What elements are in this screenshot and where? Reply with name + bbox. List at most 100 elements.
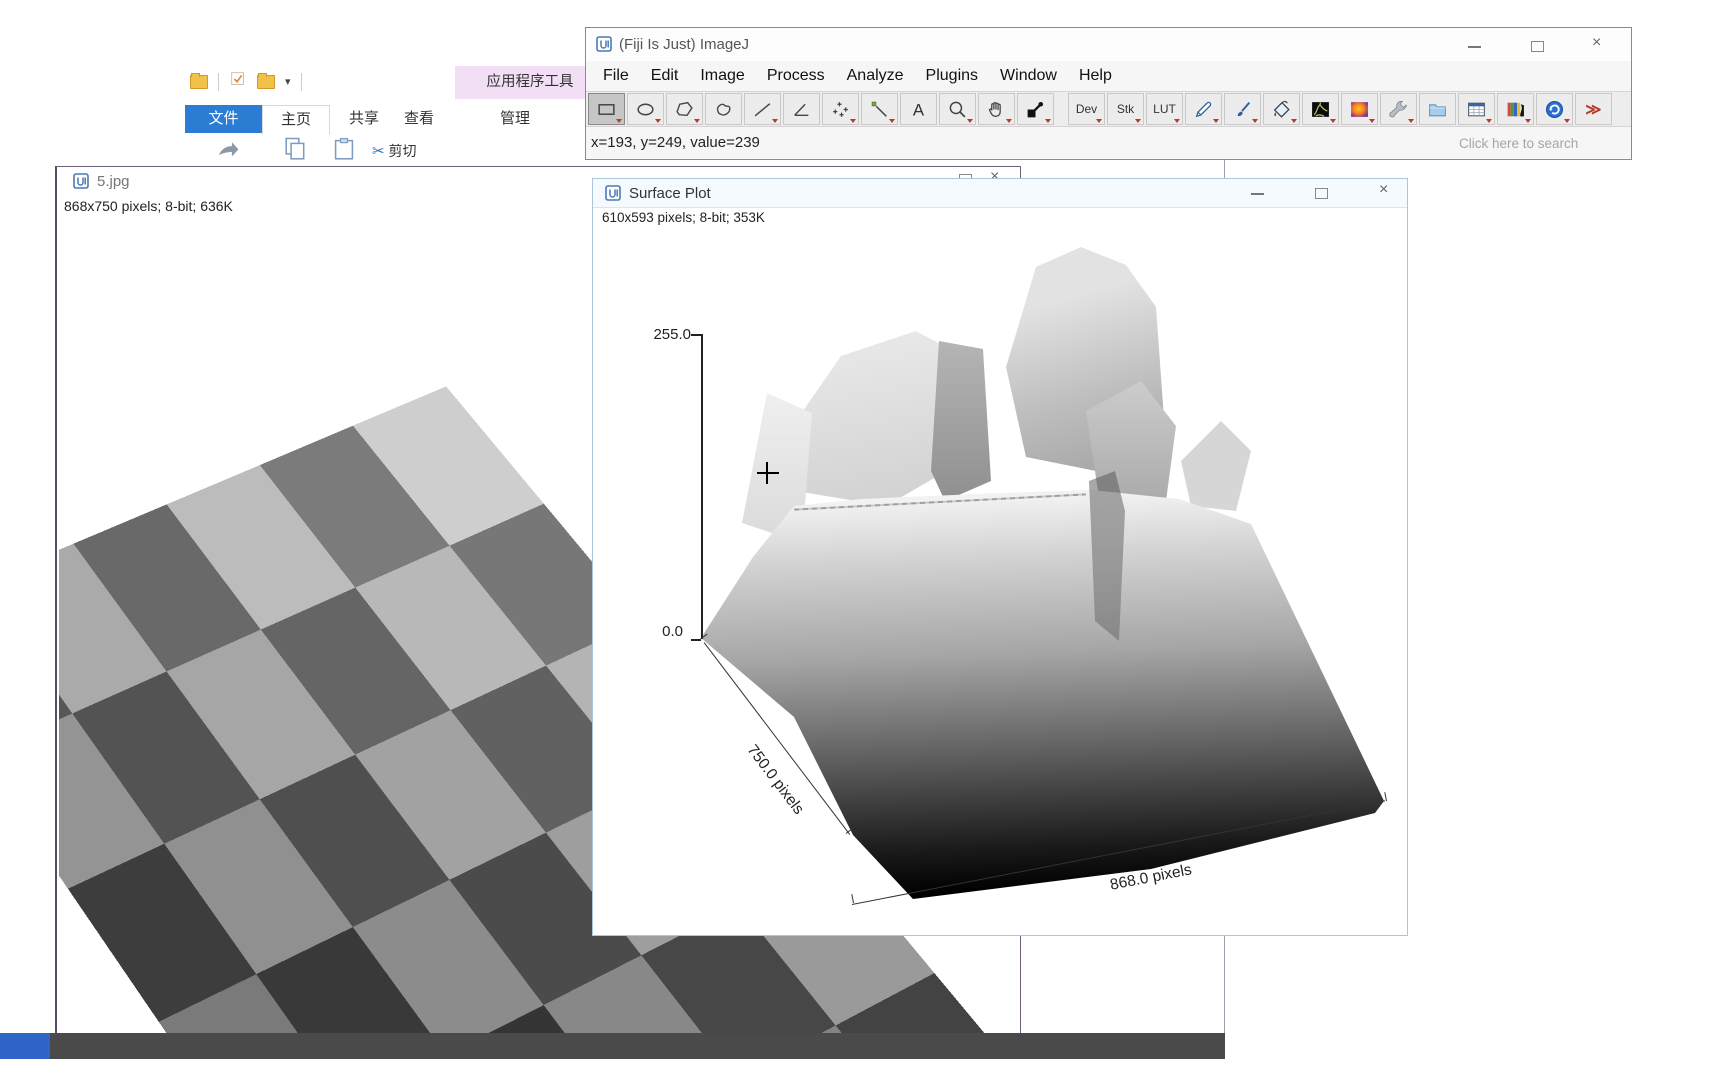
search-box[interactable]: Click here to search [1459, 136, 1619, 151]
dropdown-triangle-icon [1213, 119, 1219, 123]
imagej-main-window: (Fiji Is Just) ImageJ × File Edit Image Pro… [585, 27, 1632, 160]
tool-wrench[interactable] [1380, 93, 1417, 125]
surface-plateau-shape [1181, 421, 1251, 511]
tool-text[interactable]: A [900, 93, 937, 125]
toolbar-gap [1056, 109, 1068, 110]
menu-edit[interactable]: Edit [640, 61, 690, 91]
dropdown-triangle-icon [1291, 119, 1297, 123]
tool-flood-fill[interactable] [1263, 93, 1300, 125]
dropdown-caret-icon[interactable]: ▾ [285, 75, 291, 88]
surface-plot-window: Surface Plot × 610x593 pixels; 8-bit; 35… [592, 178, 1408, 936]
menu-help[interactable]: Help [1068, 61, 1123, 91]
separator [300, 72, 302, 91]
results-table-icon [1466, 99, 1487, 120]
dropdown-triangle-icon [1486, 119, 1492, 123]
line-icon [752, 99, 773, 120]
tool-zoom[interactable] [939, 93, 976, 125]
freehand-icon [713, 99, 734, 120]
tool-color-channels[interactable] [1497, 93, 1534, 125]
tool-rectangle[interactable] [588, 93, 625, 125]
pin-icon[interactable] [215, 137, 241, 168]
tool-angle[interactable] [783, 93, 820, 125]
oval-icon [635, 99, 656, 120]
svg-text:≫: ≫ [1585, 101, 1601, 118]
minimize-icon[interactable] [1251, 193, 1264, 195]
surface-plot-title: Surface Plot [629, 185, 711, 202]
menu-analyze[interactable]: Analyze [836, 61, 915, 91]
tool-wand[interactable] [861, 93, 898, 125]
wand-icon [869, 99, 890, 120]
menu-window[interactable]: Window [989, 61, 1068, 91]
dropdown-triangle-icon [850, 119, 856, 123]
paste-clipboard-icon[interactable] [330, 135, 358, 168]
maximize-icon[interactable] [1531, 41, 1544, 52]
hand-icon [986, 99, 1007, 120]
menu-process[interactable]: Process [756, 61, 836, 91]
menu-image[interactable]: Image [689, 61, 755, 91]
imagej-menubar: File Edit Image Process Analyze Plugins Window… [586, 61, 1631, 92]
tool-lut[interactable]: LUT [1146, 93, 1183, 125]
dropdown-triangle-icon [694, 119, 700, 123]
measure-tick [851, 894, 854, 904]
flood-fill-icon [1271, 99, 1292, 120]
tool-color-picker[interactable] [1017, 93, 1054, 125]
tool-paintbrush[interactable] [1224, 93, 1261, 125]
explorer-tab-3[interactable]: 查看 [390, 105, 448, 133]
close-icon[interactable]: × [1379, 182, 1388, 198]
explorer-tab-2[interactable]: 共享 [335, 105, 393, 133]
quick-access-toolbar: ▾ [190, 70, 302, 93]
imagej-toolbar: A Dev Stk LUT ≫ [586, 92, 1631, 127]
zoom-icon [947, 99, 968, 120]
depth-axis-label: 750.0 pixels [743, 741, 808, 818]
tool-results-table[interactable] [1458, 93, 1495, 125]
tool-stk[interactable]: Stk [1107, 93, 1144, 125]
surface-front-slab [701, 490, 1384, 899]
folder-icon[interactable] [257, 72, 275, 89]
dropdown-triangle-icon [1096, 119, 1102, 123]
skeleton-icon [1310, 99, 1331, 120]
separator [218, 72, 219, 91]
tool-polygon[interactable] [666, 93, 703, 125]
cut-button[interactable]: ✂ 剪切 [372, 141, 416, 161]
polygon-icon [674, 99, 695, 120]
tool-hand[interactable] [978, 93, 1015, 125]
explorer-tab-0[interactable]: 文件 [185, 105, 262, 133]
explorer-tab-4[interactable]: 管理 [485, 105, 545, 133]
imagej-statusbar: x=193, y=249, value=239 Click here to se… [586, 127, 1631, 158]
tool-more-tools[interactable]: ≫ [1575, 93, 1612, 125]
tool-skeleton[interactable] [1302, 93, 1339, 125]
context-tab-application-tools[interactable]: 应用程序工具 [455, 66, 605, 99]
dropdown-triangle-icon [1330, 119, 1336, 123]
tool-oval[interactable] [627, 93, 664, 125]
tool-label: Dev [1075, 102, 1098, 116]
menu-plugins[interactable]: Plugins [915, 61, 989, 91]
tool-label: LUT [1153, 102, 1176, 116]
imagej-titlebar[interactable]: (Fiji Is Just) ImageJ × [586, 28, 1631, 61]
tool-folder[interactable] [1419, 93, 1456, 125]
cut-label: 剪切 [388, 143, 417, 159]
point-icon [830, 99, 851, 120]
more-tools-icon: ≫ [1583, 99, 1604, 120]
dropdown-triangle-icon [1174, 119, 1180, 123]
surface-plot-titlebar[interactable]: Surface Plot × [593, 179, 1407, 208]
maximize-icon[interactable] [1315, 188, 1328, 199]
copy-icon[interactable] [282, 135, 310, 168]
tool-sync-windows[interactable] [1536, 93, 1573, 125]
lut-menu-icon [1349, 99, 1370, 120]
z-max-label: 255.0 [653, 326, 691, 343]
dropdown-triangle-icon [1006, 119, 1012, 123]
tool-line[interactable] [744, 93, 781, 125]
tool-dev[interactable]: Dev [1068, 93, 1105, 125]
tool-point[interactable] [822, 93, 859, 125]
tool-freehand[interactable] [705, 93, 742, 125]
checkmark-icon[interactable] [229, 70, 247, 93]
tool-lut-menu[interactable] [1341, 93, 1378, 125]
tool-pencil[interactable] [1185, 93, 1222, 125]
menu-file[interactable]: File [592, 61, 640, 91]
close-icon[interactable]: × [1592, 35, 1601, 51]
explorer-tab-1[interactable]: 主页 [262, 105, 330, 135]
folder-icon[interactable] [190, 72, 208, 89]
minimize-icon[interactable] [1468, 46, 1481, 48]
dropdown-triangle-icon [1564, 119, 1570, 123]
folder-icon [1427, 99, 1448, 120]
